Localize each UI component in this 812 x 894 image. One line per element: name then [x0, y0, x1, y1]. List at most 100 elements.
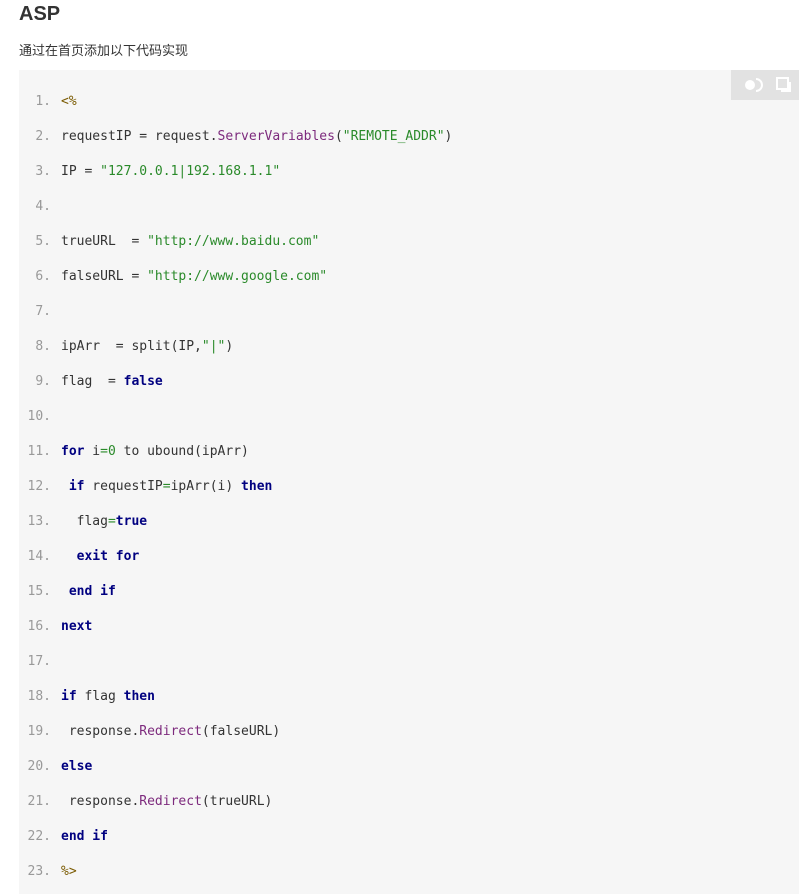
code-token: Redirect: [139, 724, 202, 739]
line-number: 21.: [27, 794, 51, 809]
code-token: requestIP = request.: [61, 129, 218, 144]
code-token: if: [61, 689, 77, 704]
code-line: 18. if flag then: [19, 679, 155, 714]
code-token: (trueURL): [201, 794, 273, 809]
code-line: 23. %>: [19, 854, 77, 889]
code-token: end if: [68, 584, 116, 599]
code-text: falseURL = "http://www.google.com": [61, 259, 327, 294]
line-number: 20.: [27, 759, 51, 774]
section-heading: ASP: [19, 3, 61, 25]
code-text: exit for: [61, 539, 140, 574]
line-number: 7.: [35, 304, 51, 319]
code-token: flag =: [61, 374, 124, 389]
code-token: else: [61, 759, 93, 774]
line-number: 11.: [27, 444, 51, 459]
code-line: 17.: [19, 644, 61, 679]
toggle-line-numbers-button[interactable]: [739, 70, 769, 100]
code-token: response.: [61, 794, 140, 809]
code-token: response.: [61, 724, 140, 739]
code-line: 12. if requestIP=ipArr(i) then: [19, 469, 273, 504]
code-line: 8. ipArr = split(IP,"|"): [19, 329, 233, 364]
code-line: 7.: [19, 294, 61, 329]
code-line: 2. requestIP = request.ServerVariables("R…: [19, 119, 452, 154]
copy-icon: [775, 76, 793, 94]
code-line: 5. trueURL = "http://www.baidu.com": [19, 224, 319, 259]
line-number: 2.: [35, 129, 51, 144]
code-text: response.Redirect(falseURL): [61, 714, 280, 749]
code-text: if requestIP=ipArr(i) then: [61, 469, 273, 504]
code-text: flag = false: [61, 364, 163, 399]
code-token: =: [162, 479, 171, 494]
line-number: 13.: [27, 514, 51, 529]
code-line: 11. for i=0 to ubound(ipArr): [19, 434, 249, 469]
code-token: =0: [100, 444, 116, 459]
code-line: 20. else: [19, 749, 93, 784]
code-line: 22. end if: [19, 819, 108, 854]
code-token: false: [123, 374, 163, 389]
code-line: 14. exit for: [19, 539, 140, 574]
code-token: Redirect: [139, 794, 202, 809]
line-number: 19.: [27, 724, 51, 739]
line-number: 22.: [27, 829, 51, 844]
section-intro: 通过在首页添加以下代码实现: [19, 44, 189, 59]
line-number: 12.: [27, 479, 51, 494]
code-line: 3. IP = "127.0.0.1|192.168.1.1": [19, 154, 280, 189]
code-line: 10.: [19, 399, 61, 434]
code-toolbar: [731, 70, 799, 100]
code-token: exit for: [76, 549, 140, 564]
code-text: flag=true: [61, 504, 147, 539]
code-text: end if: [61, 574, 116, 609]
code-token: <%: [61, 94, 77, 109]
copy-code-button[interactable]: [769, 70, 799, 100]
code-text: <%: [61, 84, 77, 119]
code-line: 21. response.Redirect(trueURL): [19, 784, 273, 819]
code-token: IP =: [61, 164, 101, 179]
code-token: (: [334, 129, 343, 144]
code-token: ipArr(i): [170, 479, 242, 494]
code-text: end if: [61, 819, 108, 854]
code-line: 13. flag=true: [19, 504, 148, 539]
line-number: 4.: [35, 199, 51, 214]
code-token: %>: [61, 864, 77, 879]
code-token: if: [68, 479, 85, 494]
code-text: %>: [61, 854, 77, 889]
line-number: 10.: [27, 409, 51, 424]
code-text: next: [61, 609, 92, 644]
code-line: 4.: [19, 189, 61, 224]
code-line: 19. response.Redirect(falseURL): [19, 714, 281, 749]
code-token: requestIP: [84, 479, 163, 494]
code-token: falseURL =: [61, 269, 148, 284]
toggle-icon: [743, 76, 765, 94]
line-number: 17.: [27, 654, 51, 669]
code-token: "127.0.0.1|192.168.1.1": [100, 164, 281, 179]
code-token: "http://www.google.com": [147, 269, 328, 284]
code-token: flag: [61, 514, 108, 529]
code-text: requestIP = request.ServerVariables("REM…: [61, 119, 452, 154]
code-token: i: [84, 444, 101, 459]
code-line: 16. next: [19, 609, 93, 644]
line-number: 14.: [27, 549, 51, 564]
code-token: ): [444, 129, 453, 144]
code-token: =: [107, 514, 116, 529]
line-number: 8.: [35, 339, 51, 354]
code-token: "REMOTE_ADDR": [342, 129, 445, 144]
code-token: (falseURL): [201, 724, 281, 739]
code-text: ipArr = split(IP,"|"): [61, 329, 233, 364]
code-token: ): [225, 339, 234, 354]
code-token: true: [115, 514, 148, 529]
code-text: trueURL = "http://www.baidu.com": [61, 224, 319, 259]
code-block[interactable]: 1. <% 2. requestIP = request.ServerVariable…: [19, 70, 799, 894]
code-token: ipArr = split(IP,: [61, 339, 202, 354]
line-number: 9.: [35, 374, 51, 389]
code-token: ServerVariables: [217, 129, 335, 144]
code-token: next: [61, 619, 93, 634]
code-line: 1. <%: [19, 84, 77, 119]
code-token: then: [123, 689, 155, 704]
code-text: response.Redirect(trueURL): [61, 784, 273, 819]
code-token: flag: [76, 689, 124, 704]
line-number: 18.: [27, 689, 51, 704]
code-line: 6. falseURL = "http://www.google.com": [19, 259, 327, 294]
